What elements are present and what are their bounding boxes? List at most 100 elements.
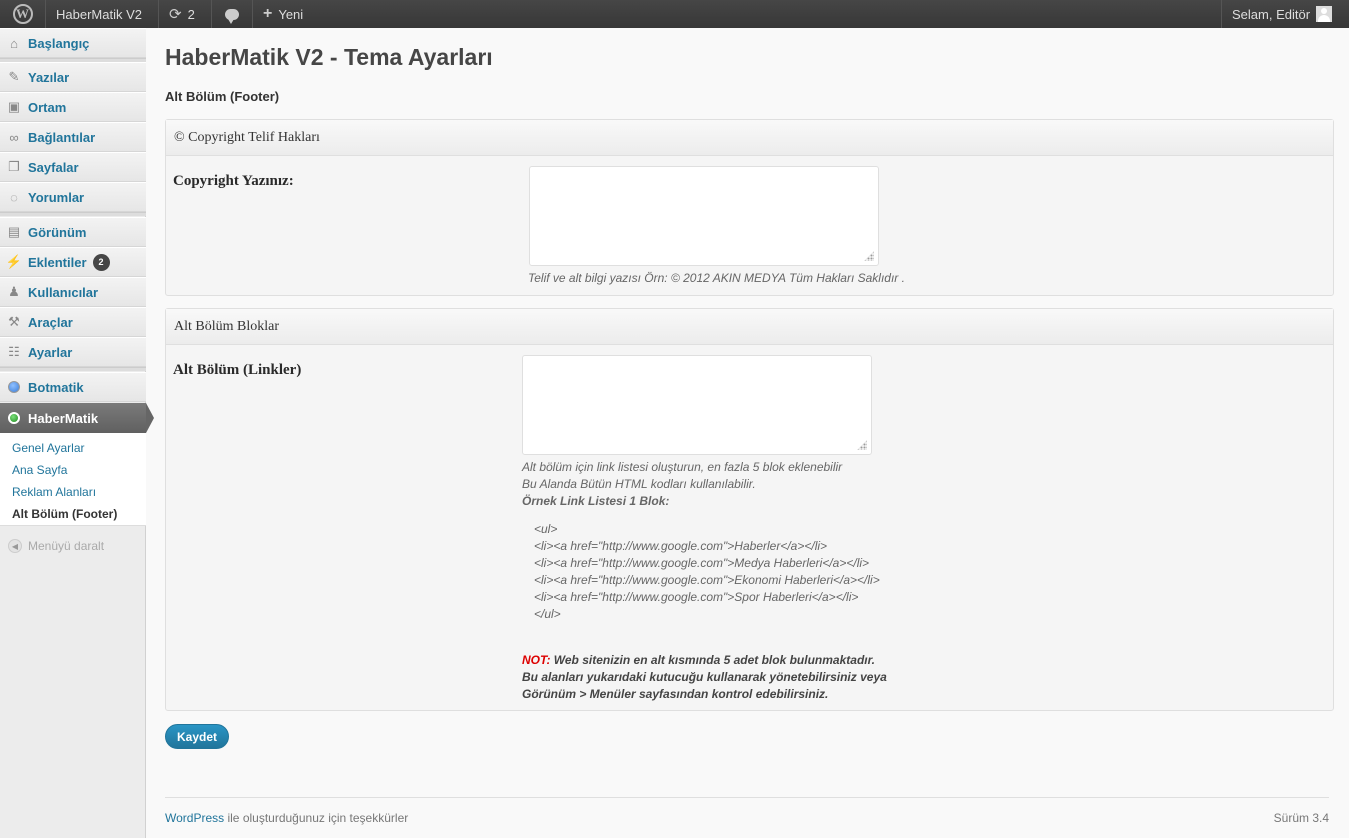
code-line: <ul> [534, 522, 558, 536]
sidebar-item-links[interactable]: ∞ Bağlantılar [0, 122, 146, 152]
code-line: <li><a href="http://www.google.com">Medy… [534, 556, 870, 570]
admin-sidebar: ⌂ Başlangıç ✎ Yazılar ▣ Ortam ∞ Bağlantı… [0, 28, 154, 838]
note-text: Web sitenizin en alt kısmında 5 adet blo… [550, 653, 875, 667]
footer-links-textarea[interactable] [522, 355, 872, 455]
sidebar-item-label: Görünüm [28, 224, 87, 240]
pin-icon: ✎ [8, 69, 20, 84]
sidebar-item-media[interactable]: ▣ Ortam [0, 92, 146, 122]
avatar [1316, 6, 1333, 22]
updates-count: 2 [187, 6, 195, 22]
comment-bubble-icon [225, 8, 239, 24]
collapse-menu-label: Menüyü daralt [28, 539, 105, 553]
admin-bar: W HaberMatik V2 ⟳ 2 + Yeni Selam, Editör [0, 0, 1349, 28]
plugin-icon: ⚡ [5, 254, 23, 269]
copyright-textarea[interactable] [529, 166, 879, 266]
copyright-postbox: © Copyright Telif Hakları Copyright Yazı… [165, 119, 1334, 296]
sidebar-item-habermatik[interactable]: HaberMatik [0, 403, 154, 433]
submenu-item-general-settings[interactable]: Genel Ayarlar [12, 441, 85, 455]
collapse-menu-button[interactable]: ◀ Menüyü daralt [8, 539, 104, 553]
sidebar-item-label: Eklentiler [28, 254, 87, 270]
footer-thanks: WordPress ile oluşturduğunuz için teşekk… [165, 811, 408, 825]
users-icon: ♟ [8, 284, 20, 299]
habermatik-submenu: Genel Ayarlar Ana Sayfa Reklam Alanları … [0, 433, 146, 526]
sidebar-item-settings[interactable]: ☷ Ayarlar [0, 337, 146, 367]
footer-links-field-label: Alt Bölüm (Linkler) [173, 362, 302, 378]
sidebar-item-appearance[interactable]: ▤ Görünüm [0, 217, 146, 247]
code-line: <li><a href="http://www.google.com">Spor… [534, 590, 859, 604]
copyright-description: Telif ve alt bilgi yazısı Örn: © 2012 AK… [528, 271, 905, 285]
page-title: HaberMatik V2 - Tema Ayarları [165, 44, 493, 70]
pages-icon: ❐ [8, 159, 20, 174]
submenu-item-home-page[interactable]: Ana Sayfa [12, 463, 67, 477]
site-name-link[interactable]: HaberMatik V2 [46, 0, 159, 28]
sidebar-item-label: Ortam [28, 99, 67, 115]
sidebar-item-label: Sayfalar [28, 159, 79, 175]
example-heading: Örnek Link Listesi 1 Blok: [522, 494, 670, 508]
sidebar-item-label: Botmatik [28, 379, 84, 395]
site-name: HaberMatik V2 [56, 6, 142, 22]
save-button[interactable]: Kaydet [165, 724, 229, 749]
sidebar-item-label: Yazılar [28, 69, 70, 85]
sidebar-item-label: Başlangıç [28, 35, 90, 51]
sidebar-item-tools[interactable]: ⚒ Araçlar [0, 307, 146, 337]
sidebar-item-plugins[interactable]: ⚡ Eklentiler 2 [0, 247, 146, 277]
sidebar-item-pages[interactable]: ❐ Sayfalar [0, 152, 146, 182]
footer-blocks-postbox: Alt Bölüm Bloklar Alt Bölüm (Linkler) Al… [165, 308, 1334, 711]
submenu-item-ad-areas[interactable]: Reklam Alanları [12, 485, 96, 499]
admin-footer: WordPress ile oluşturduğunuz için teşekk… [165, 797, 1329, 838]
code-line: <li><a href="http://www.google.com">Habe… [534, 539, 828, 553]
settings-icon: ☷ [8, 344, 20, 359]
collapse-arrow-icon: ◀ [8, 539, 22, 553]
comments-link[interactable] [212, 0, 253, 28]
link-icon: ∞ [9, 129, 19, 145]
note-line: NOT: Web sitenizin en alt kısmında 5 ade… [522, 652, 887, 669]
note-prefix: NOT: [522, 653, 551, 667]
plus-icon: + [263, 5, 273, 22]
sidebar-item-users[interactable]: ♟ Kullanıcılar [0, 277, 146, 307]
sidebar-item-comments[interactable]: ◌ Yorumlar [0, 182, 146, 212]
sidebar-item-dashboard[interactable]: ⌂ Başlangıç [0, 28, 146, 58]
home-icon: ⌂ [10, 35, 18, 51]
sidebar-item-label: Bağlantılar [28, 129, 96, 145]
account-menu[interactable]: Selam, Editör [1221, 0, 1349, 28]
resize-grip-icon[interactable] [857, 440, 867, 450]
desc-line: Alt bölüm için link listesi oluşturun, e… [522, 460, 843, 474]
updates-link[interactable]: ⟳ 2 [159, 0, 212, 28]
new-label: Yeni [278, 6, 304, 22]
circle-icon [6, 410, 22, 426]
sidebar-item-posts[interactable]: ✎ Yazılar [0, 62, 146, 92]
wordpress-logo-menu[interactable]: W [0, 0, 46, 28]
wordpress-link[interactable]: WordPress [165, 811, 224, 825]
resize-grip-icon[interactable] [864, 251, 874, 261]
new-content-menu[interactable]: + Yeni [253, 0, 325, 28]
sidebar-item-label: HaberMatik [28, 410, 99, 426]
footer-links-description: Alt bölüm için link listesi oluşturun, e… [522, 459, 887, 703]
menu-separator [0, 367, 146, 371]
comment-icon: ◌ [10, 189, 18, 205]
menu-separator [0, 212, 146, 216]
circle-icon [6, 379, 22, 395]
sidebar-item-label: Yorumlar [28, 189, 85, 205]
postbox-title: © Copyright Telif Hakları [166, 120, 1333, 156]
wordpress-logo-icon: W [12, 4, 33, 24]
section-heading: Alt Bölüm (Footer) [165, 89, 280, 104]
plugins-update-badge: 2 [92, 253, 110, 271]
postbox-title: Alt Bölüm Bloklar [166, 309, 1333, 345]
desc-line: Bu Alanda Bütün HTML kodları kullanılabi… [522, 477, 756, 491]
media-icon: ▣ [7, 99, 21, 114]
thanks-text: ile oluşturduğunuz için teşekkürler [224, 811, 409, 825]
note-line: Bu alanları yukarıdaki kutucuğu kullanar… [522, 670, 887, 684]
sidebar-item-label: Araçlar [28, 314, 73, 330]
sidebar-item-botmatik[interactable]: Botmatik [0, 372, 146, 402]
appearance-icon: ▤ [7, 224, 21, 239]
code-line: <li><a href="http://www.google.com">Ekon… [534, 573, 880, 587]
sidebar-item-label: Kullanıcılar [28, 284, 99, 300]
version-text: Sürüm 3.4 [1273, 811, 1329, 825]
copyright-field-label: Copyright Yazınız: [173, 173, 294, 189]
sidebar-item-label: Ayarlar [28, 344, 73, 360]
code-line: </ul> [534, 607, 561, 621]
tools-icon: ⚒ [8, 314, 20, 329]
submenu-item-footer[interactable]: Alt Bölüm (Footer) [12, 507, 117, 521]
greeting-text: Selam, Editör [1232, 6, 1311, 22]
note-line: Görünüm > Menüler sayfasından kontrol ed… [522, 687, 829, 701]
